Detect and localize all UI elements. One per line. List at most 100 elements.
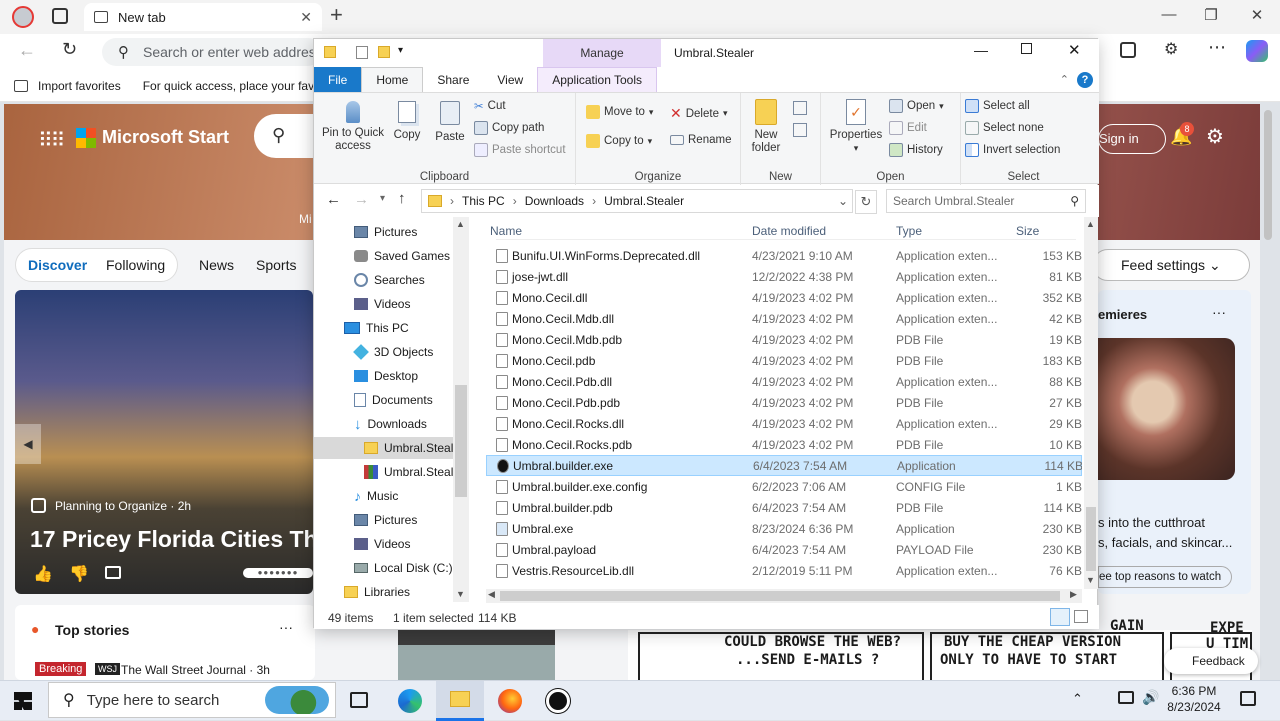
nav-item-pictures[interactable]: Pictures bbox=[354, 221, 417, 243]
manage-contextual-tab[interactable]: Manage bbox=[543, 39, 661, 67]
hero-news-card[interactable]: ◀ Planning to Organize · 2h 17 Pricey Fl… bbox=[15, 290, 313, 594]
nav-item-desktop[interactable]: Desktop bbox=[354, 365, 418, 387]
scroll-right-icon[interactable]: ▶ bbox=[1070, 589, 1077, 600]
file-row[interactable]: Mono.Cecil.Mdb.pdb 4/19/2023 4:02 PM PDB F… bbox=[486, 329, 1082, 350]
recent-locations-icon[interactable]: ▾ bbox=[380, 193, 385, 204]
tab-new-tab[interactable]: New tab ✕ bbox=[84, 3, 322, 31]
copilot-icon[interactable] bbox=[1246, 40, 1268, 62]
network-icon[interactable] bbox=[1118, 691, 1134, 704]
card-title[interactable]: 17 Pricey Florida Cities Tha bbox=[30, 526, 313, 553]
carousel-dots[interactable]: ●●●●●●● bbox=[243, 568, 313, 578]
breadcrumb-umbral-stealer[interactable]: Umbral.Stealer bbox=[604, 194, 684, 208]
tab-discover[interactable]: Discover bbox=[28, 257, 87, 273]
task-view-icon[interactable] bbox=[350, 692, 368, 708]
rename-button[interactable]: Rename bbox=[670, 134, 731, 146]
nav-item-searches[interactable]: Searches bbox=[354, 269, 425, 291]
tab-view[interactable]: View bbox=[483, 67, 537, 92]
nav-sports[interactable]: Sports bbox=[256, 257, 296, 273]
new-item-icon[interactable] bbox=[793, 101, 807, 115]
help-icon[interactable]: ? bbox=[1077, 71, 1093, 88]
refresh-icon[interactable]: ↻ bbox=[62, 39, 77, 60]
file-row[interactable]: Umbral.builder.exe.config 6/2/2023 7:06 A… bbox=[486, 476, 1082, 497]
file-row[interactable]: Umbral.payload 6/4/2023 7:54 AM PAYLOAD Fi… bbox=[486, 539, 1082, 560]
comic-strip[interactable]: COULD BROWSE THE WEB? ...SEND E-MAILS ? … bbox=[628, 618, 1252, 680]
nav-item-videos[interactable]: Videos bbox=[354, 293, 410, 315]
nav-item-downloads[interactable]: ↓ Downloads bbox=[354, 413, 427, 435]
file-row[interactable]: Mono.Cecil.Rocks.pdb 4/19/2023 4:02 PM PDB… bbox=[486, 434, 1082, 455]
file-row[interactable]: jose-jwt.dll 12/2/2022 4:38 PM Application… bbox=[486, 266, 1082, 287]
article-thumbnail[interactable] bbox=[398, 630, 555, 680]
nav-item-libraries[interactable]: Libraries bbox=[344, 581, 410, 602]
premieres-card[interactable]: emieres ··· s into the cutthroat s, faci… bbox=[1098, 290, 1251, 594]
back-arrow-icon[interactable]: ← bbox=[326, 191, 341, 208]
tab-application-tools[interactable]: Application Tools bbox=[537, 67, 658, 92]
delete-button[interactable]: ✕ Delete ▾ bbox=[670, 105, 728, 122]
open-button[interactable]: Open ▾ bbox=[889, 99, 944, 113]
file-row[interactable]: Mono.Cecil.Pdb.dll 4/19/2023 4:02 PM Appli… bbox=[486, 371, 1082, 392]
file-row[interactable]: Bunifu.UI.WinForms.Deprecated.dll 4/23/20… bbox=[486, 245, 1082, 266]
nav-item-pictures-2[interactable]: Pictures bbox=[354, 509, 417, 531]
copy-path-button[interactable]: Copy path bbox=[474, 121, 544, 135]
invert-selection-button[interactable]: Invert selection bbox=[965, 143, 1060, 157]
file-row[interactable]: Mono.Cecil.Pdb.pdb 4/19/2023 4:02 PM PDB F… bbox=[486, 392, 1082, 413]
close-tab-icon[interactable]: ✕ bbox=[300, 9, 312, 26]
file-explorer-taskbar-icon[interactable] bbox=[436, 681, 484, 721]
copy-to-button[interactable]: Copy to ▾ bbox=[586, 134, 652, 148]
file-row[interactable]: Vestris.ResourceLib.dll 2/12/2019 5:11 PM… bbox=[486, 560, 1082, 581]
edge-taskbar-icon[interactable] bbox=[398, 689, 422, 713]
forward-arrow-icon[interactable]: → bbox=[354, 191, 369, 208]
scroll-down-icon[interactable]: ▼ bbox=[1086, 575, 1095, 585]
nav-item-umbral-stealer-zip[interactable]: Umbral.Steale bbox=[364, 461, 460, 483]
notification-center-icon[interactable] bbox=[1240, 691, 1256, 706]
breadcrumb-downloads[interactable]: Downloads bbox=[525, 194, 584, 208]
nav-pane-scrollbar[interactable]: ▲ ▼ bbox=[453, 217, 469, 602]
nav-item-this-pc[interactable]: This PC bbox=[344, 317, 409, 339]
comment-icon[interactable] bbox=[105, 566, 121, 579]
nav-item-3d-objects[interactable]: 3D Objects bbox=[353, 341, 433, 363]
edit-button[interactable]: Edit bbox=[889, 121, 927, 135]
easy-access-icon[interactable] bbox=[793, 123, 807, 137]
column-header-type[interactable]: Type bbox=[896, 224, 922, 238]
minimize-icon[interactable]: — bbox=[1146, 6, 1192, 23]
feed-settings-button[interactable]: Feed settings ⌄ bbox=[1092, 249, 1250, 281]
pin-quick-access-button[interactable]: Pin to Quick access bbox=[318, 101, 388, 153]
file-row[interactable]: Mono.Cecil.dll 4/19/2023 4:02 PM Applicati… bbox=[486, 287, 1082, 308]
volume-icon[interactable]: 🔊 bbox=[1142, 689, 1159, 706]
nav-item-local-disk[interactable]: Local Disk (C:) bbox=[354, 557, 453, 579]
refresh-icon[interactable]: ↻ bbox=[855, 190, 877, 214]
scroll-down-icon[interactable]: ▼ bbox=[456, 589, 465, 599]
umbral-app-taskbar-icon[interactable] bbox=[546, 689, 570, 713]
column-header-size[interactable]: Size bbox=[1016, 224, 1039, 238]
file-row[interactable]: Mono.Cecil.Rocks.dll 4/19/2023 4:02 PM App… bbox=[486, 413, 1082, 434]
msn-search-box[interactable]: ⚲ bbox=[254, 114, 314, 158]
taskbar-clock[interactable]: 6:36 PM 8/23/2024 bbox=[1162, 683, 1226, 715]
like-icon[interactable]: 👍 bbox=[33, 564, 53, 584]
scrollbar-thumb[interactable] bbox=[1264, 110, 1272, 240]
details-view-icon[interactable] bbox=[1050, 608, 1070, 626]
horizontal-scroll-thumb[interactable] bbox=[500, 591, 1060, 601]
card-prev-arrow-icon[interactable]: ◀ bbox=[15, 424, 41, 464]
collapse-ribbon-icon[interactable]: ⌃ bbox=[1060, 73, 1069, 86]
file-row[interactable]: Umbral.builder.exe 6/4/2023 7:54 AM Applic… bbox=[486, 455, 1082, 476]
new-tab-button[interactable]: + bbox=[330, 2, 343, 28]
column-header-name[interactable]: Name bbox=[490, 224, 522, 238]
file-row[interactable]: Mono.Cecil.pdb 4/19/2023 4:02 PM PDB File 1… bbox=[486, 350, 1082, 371]
select-none-button[interactable]: Select none bbox=[965, 121, 1044, 135]
nav-scroll-thumb[interactable] bbox=[455, 385, 467, 497]
file-list-scrollbar[interactable]: ▲ ▼ bbox=[1084, 217, 1098, 589]
nav-item-saved-games[interactable]: Saved Games bbox=[354, 245, 450, 267]
msn-brand[interactable]: Microsoft Start bbox=[102, 127, 229, 148]
close-icon[interactable]: ✕ bbox=[1068, 41, 1081, 59]
restore-icon[interactable]: ❐ bbox=[1188, 6, 1234, 24]
nav-item-music[interactable]: ♪ Music bbox=[354, 485, 398, 507]
column-header-date[interactable]: Date modified bbox=[752, 224, 826, 238]
properties-qat-icon[interactable] bbox=[356, 46, 368, 59]
maximize-icon[interactable] bbox=[1021, 43, 1032, 54]
more-options-icon[interactable]: ··· bbox=[279, 619, 293, 635]
show-hidden-icons[interactable]: ⌃ bbox=[1072, 691, 1083, 707]
horizontal-scrollbar[interactable]: ◀ ▶ bbox=[486, 589, 1082, 603]
nav-news[interactable]: News bbox=[199, 257, 234, 273]
new-folder-button[interactable]: New folder bbox=[745, 99, 787, 155]
close-window-icon[interactable]: ✕ bbox=[1234, 6, 1280, 24]
import-favorites-link[interactable]: Import favorites bbox=[38, 79, 121, 93]
